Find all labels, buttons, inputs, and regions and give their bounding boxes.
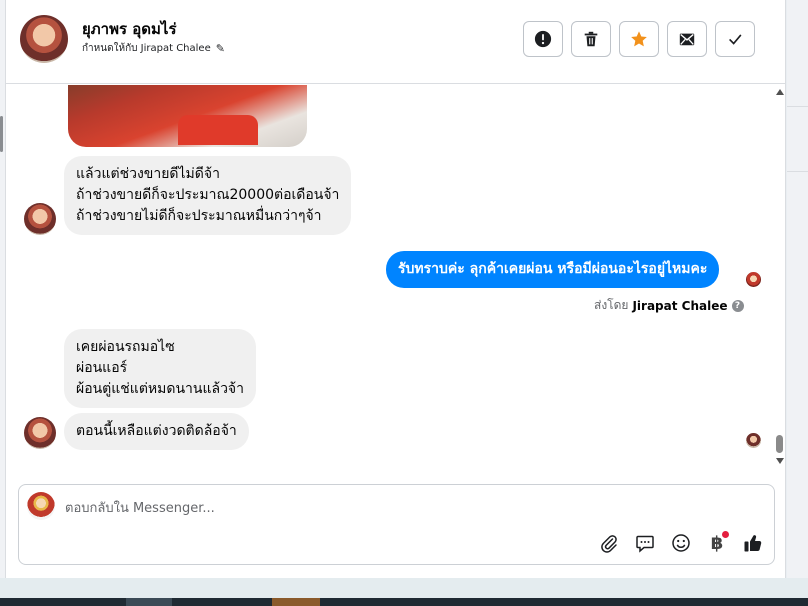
assigned-to-label: กำหนดให้กับ Jirapat Chalee <box>82 43 211 54</box>
sent-by: ส่งโดย Jirapat Chalee ? <box>594 296 744 315</box>
message-scrollbar[interactable] <box>774 85 786 470</box>
contact-avatar-small[interactable] <box>24 203 56 235</box>
incoming-message-bubble[interactable]: เคยผ่อนรถมอไซ ผ่อนแอร์ ผ้อนตู่แช่แต่หมดน… <box>64 329 256 408</box>
scroll-up-icon[interactable] <box>776 89 784 95</box>
assigned-to[interactable]: กำหนดให้กับ Jirapat Chalee ✎ <box>82 41 225 56</box>
check-icon <box>729 34 742 45</box>
left-scroll-tick[interactable] <box>0 116 3 152</box>
report-button[interactable] <box>523 21 563 57</box>
envelope-icon <box>679 33 695 46</box>
incoming-message-bubble[interactable]: แล้วแต่ช่วงขายดีไม่ดีจ้า ถ้าช่วงขายดีก็จ… <box>64 156 352 235</box>
reply-composer: ฿ <box>18 484 775 565</box>
conversation-header: ยุภาพร อุดมไร่ กำหนดให้กับ Jirapat Chale… <box>6 0 786 84</box>
header-actions <box>523 21 755 57</box>
read-receipt-avatar <box>746 433 761 448</box>
taskbar-item[interactable] <box>272 598 320 606</box>
pencil-icon[interactable]: ✎ <box>216 42 225 55</box>
taskbar <box>0 598 808 606</box>
mark-unread-button[interactable] <box>667 21 707 57</box>
message-line: ถ้าช่วงขายไม่ดีก็จะประมาณหมื่นกว่าๆจ้า <box>76 208 322 224</box>
reply-input[interactable] <box>65 497 665 519</box>
page-avatar <box>27 492 55 520</box>
delete-button[interactable] <box>571 21 611 57</box>
strip-divider <box>787 106 808 107</box>
message-line: ตอนนี้เหลือแต่งวดติดล้อจ้า <box>76 423 237 439</box>
contact-name[interactable]: ยุภาพร อุดมไร่ <box>82 17 177 41</box>
bottom-bar <box>0 578 808 598</box>
strip-divider <box>787 171 808 172</box>
message-line: เคยผ่อนรถมอไซ <box>76 339 175 355</box>
emoji-icon <box>672 534 690 552</box>
message-line: ผ้อนตู่แช่แต่หมดนานแล้วจ้า <box>76 381 244 397</box>
photo-content <box>178 115 258 145</box>
sent-by-name: Jirapat Chalee <box>632 298 728 313</box>
like-button[interactable] <box>741 531 765 555</box>
scroll-down-icon[interactable] <box>776 458 784 464</box>
scroll-thumb[interactable] <box>776 435 783 453</box>
emoji-button[interactable] <box>669 531 693 555</box>
message-line: ผ่อนแอร์ <box>76 360 128 376</box>
message-line: ถ้าช่วงขายดีก็จะประมาณ20000ต่อเดือนจ้า <box>76 187 340 203</box>
conversation-panel: ยุภาพร อุดมไร่ กำหนดให้กับ Jirapat Chale… <box>6 0 786 578</box>
trash-icon <box>584 31 598 47</box>
attach-icon <box>601 535 617 553</box>
alert-icon <box>534 30 552 48</box>
saved-reply-icon <box>636 535 654 553</box>
sent-by-label: ส่งโดย <box>594 298 629 312</box>
contact-avatar[interactable] <box>20 15 68 63</box>
info-icon[interactable]: ? <box>731 299 744 312</box>
contact-avatar-small[interactable] <box>24 417 56 449</box>
done-button[interactable] <box>715 21 755 57</box>
payment-button[interactable]: ฿ <box>705 531 729 555</box>
outgoing-message-bubble[interactable]: รับทราบค่ะ ลุกค้าเคยผ่อน หรือมีผ่อนอะไรอ… <box>386 251 720 288</box>
attach-button[interactable] <box>597 531 621 555</box>
like-icon <box>744 535 762 552</box>
composer-tools: ฿ <box>597 531 765 555</box>
notification-dot <box>722 531 729 538</box>
shared-photo[interactable] <box>68 85 307 147</box>
seen-avatar <box>746 272 761 287</box>
message-list[interactable]: แล้วแต่ช่วงขายดีไม่ดีจ้า ถ้าช่วงขายดีก็จ… <box>6 85 774 470</box>
right-strip <box>787 0 808 578</box>
star-icon <box>631 31 647 47</box>
incoming-message-bubble[interactable]: ตอนนี้เหลือแต่งวดติดล้อจ้า <box>64 413 249 450</box>
saved-reply-button[interactable] <box>633 531 657 555</box>
taskbar-item[interactable] <box>126 598 172 606</box>
star-button[interactable] <box>619 21 659 57</box>
message-line: แล้วแต่ช่วงขายดีไม่ดีจ้า <box>76 166 220 182</box>
